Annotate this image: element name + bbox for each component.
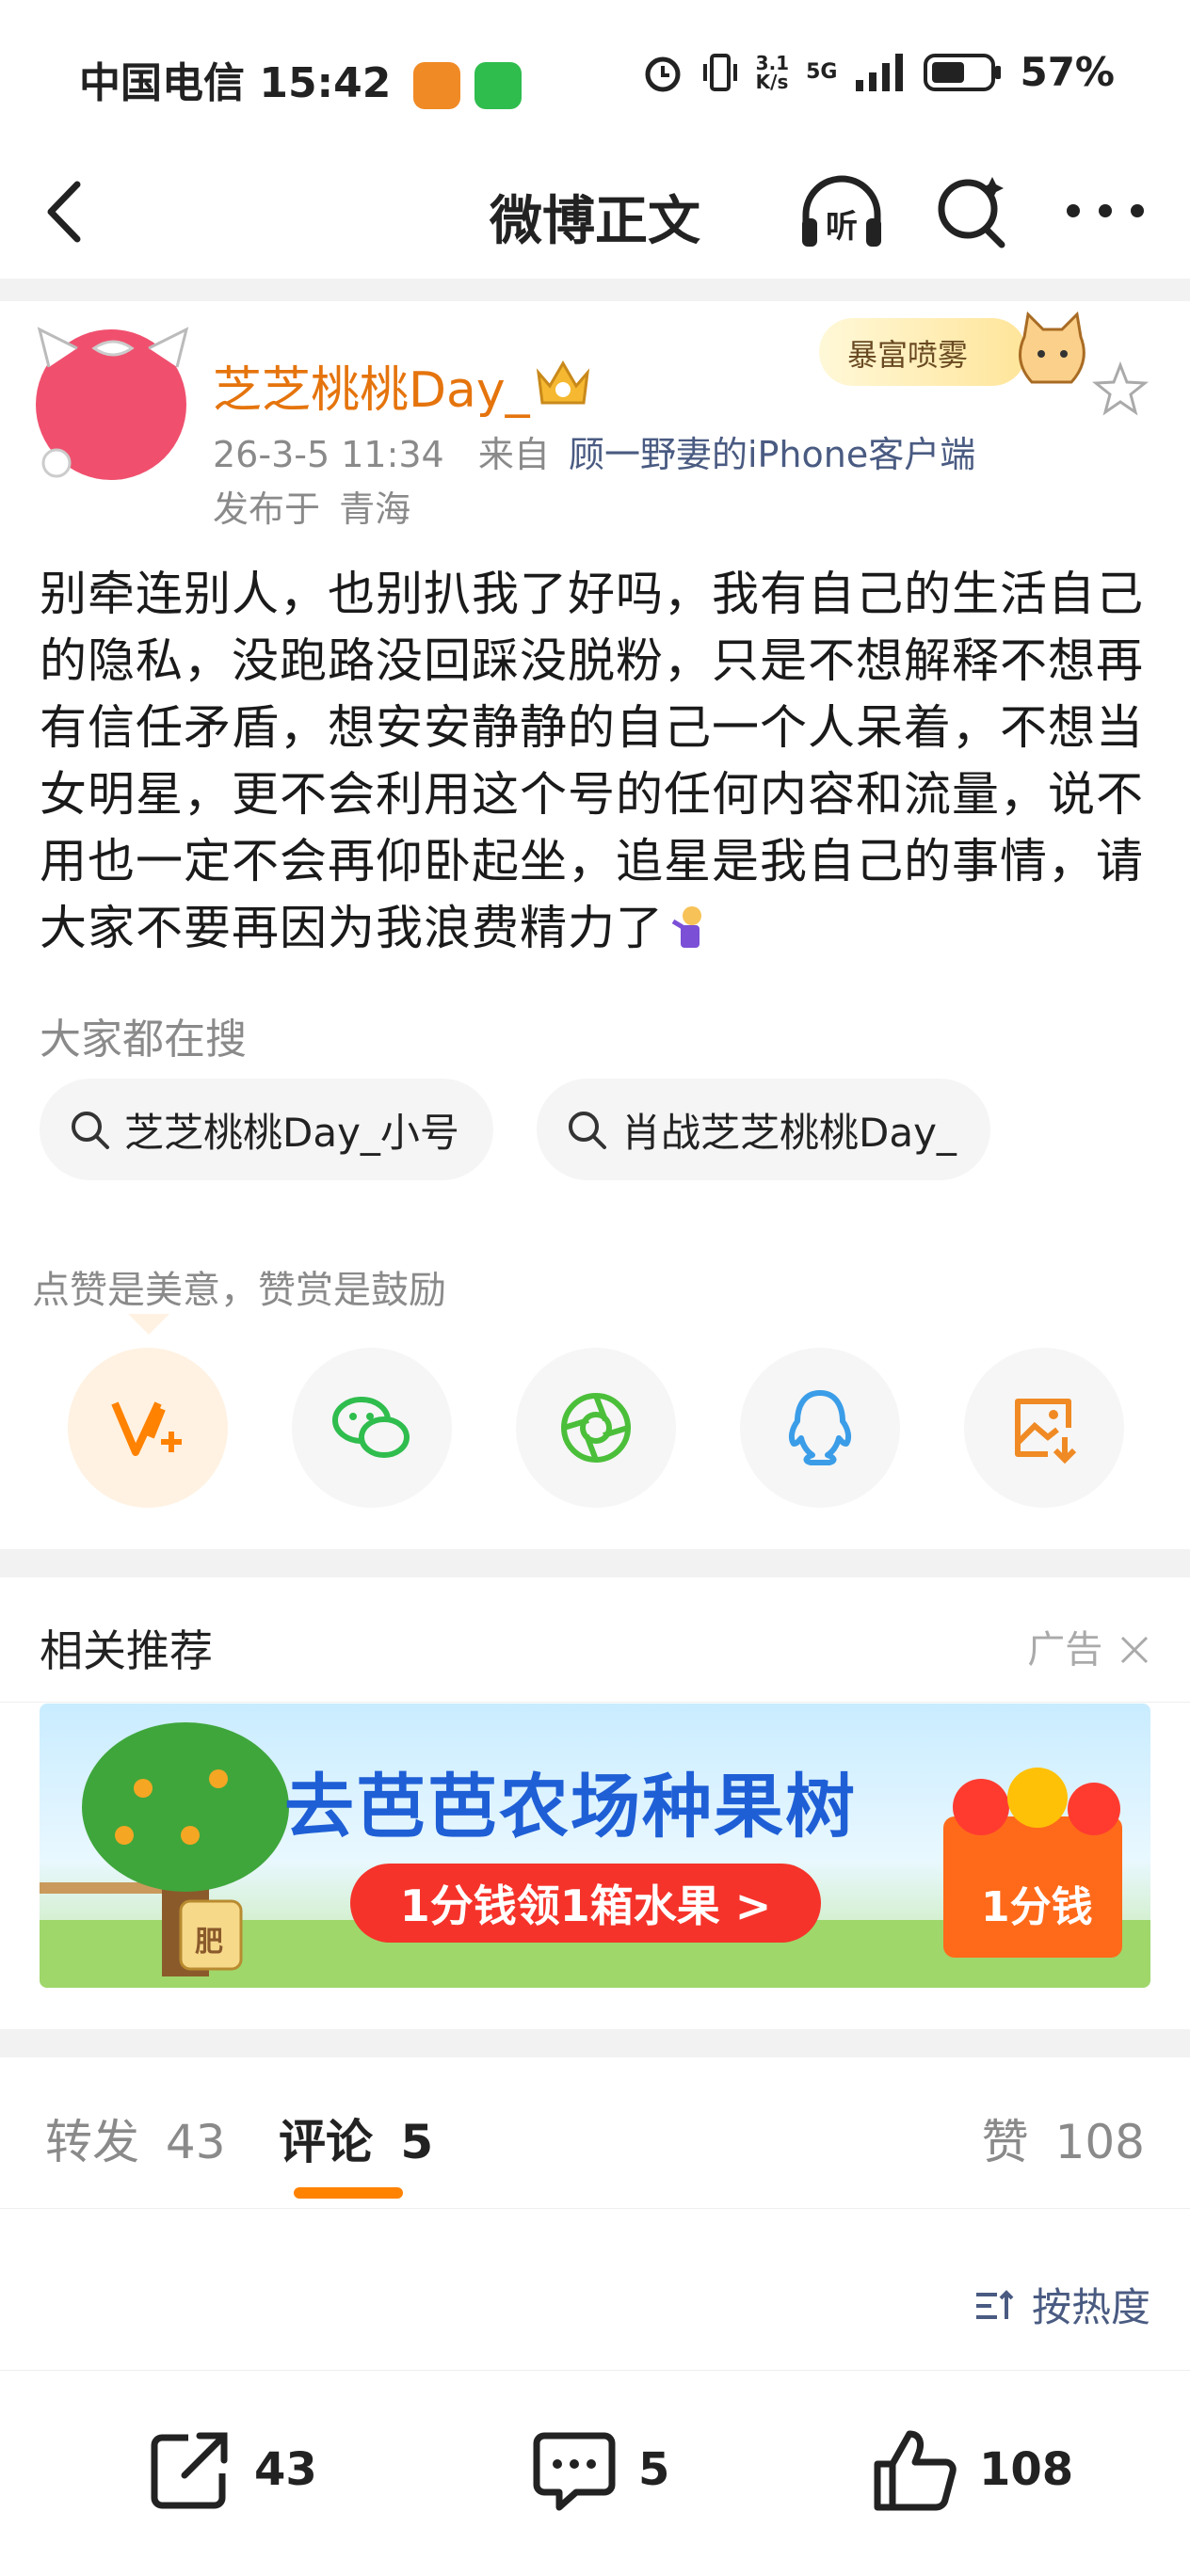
status-bar: 中国电信 15:42 3.1 K/s 5G 57% xyxy=(0,0,1190,141)
nav-divider xyxy=(0,279,1190,301)
share-moments-button[interactable] xyxy=(516,1348,676,1508)
hot-search-chip-label: 芝芝桃桃Day_小号 xyxy=(124,1109,459,1156)
banner-badge: 1分钱 xyxy=(981,1883,1093,1931)
net-speed-value: 3.1 xyxy=(755,51,790,74)
save-image-button[interactable] xyxy=(964,1348,1124,1508)
thumbs-up-icon xyxy=(874,2430,957,2511)
wechat-icon xyxy=(332,1397,410,1458)
hot-search-chip[interactable]: 肖战芝芝桃桃Day_ xyxy=(537,1079,990,1180)
alarm-icon xyxy=(645,56,681,91)
share-qq-button[interactable] xyxy=(740,1348,900,1508)
wechat-notification-icon xyxy=(474,62,523,109)
ad-tag[interactable]: 广告 xyxy=(1027,1619,1150,1673)
clock-text: 15:42 xyxy=(259,59,392,107)
search-icon[interactable] xyxy=(932,171,1011,250)
comment-icon xyxy=(533,2432,616,2511)
avatar-frame-icon xyxy=(37,327,189,478)
banner-fertilizer-label: 肥 xyxy=(195,1926,223,1959)
follow-star-icon[interactable] xyxy=(1092,361,1149,418)
author-name[interactable]: 芝芝桃桃Day_ xyxy=(213,350,530,421)
moments-icon xyxy=(561,1393,631,1463)
post-text: 别牵连别人，也别扒我了好吗，我有自己的生活自己的隐私，没跑路没回踩没脱粉，只是不… xyxy=(40,567,1144,955)
net-speed-unit: K/s xyxy=(755,70,789,93)
app-notification-icon xyxy=(412,62,460,109)
hot-search-label: 大家都在搜 xyxy=(40,1016,247,1064)
tab-comment-label: 评论 xyxy=(279,2115,373,2169)
status-carrier-time: 中国电信 15:42 xyxy=(79,49,523,109)
cat-sticker-icon xyxy=(1019,311,1085,384)
decoration-text: 暴富喷雾 xyxy=(847,337,969,373)
tab-comment-count: 5 xyxy=(400,2115,434,2169)
signal-icon xyxy=(856,53,904,91)
more-dots-icon[interactable] xyxy=(1060,198,1150,224)
repost-button[interactable]: 43 xyxy=(147,2426,317,2513)
from-label: 来自 xyxy=(477,434,550,475)
location-value: 青海 xyxy=(339,488,411,530)
sort-button[interactable]: 按热度 xyxy=(973,2276,1150,2333)
vip-crown-icon[interactable] xyxy=(533,354,593,410)
net-speed: 3.1 K/s xyxy=(756,54,789,91)
location-label: 发布于 xyxy=(213,488,321,530)
network-type: 5G xyxy=(806,60,838,84)
tab-repost-label: 转发 xyxy=(45,2115,139,2169)
author-name-text[interactable]: 芝芝桃桃Day_ xyxy=(213,362,530,419)
tab-comment[interactable]: 评论 5 xyxy=(279,2104,433,2172)
sort-icon xyxy=(975,2290,1014,2319)
reward-hint: 点赞是美意，赞赏是鼓励 xyxy=(32,1269,446,1312)
carrier-text: 中国电信 xyxy=(79,59,245,107)
qq-icon xyxy=(788,1390,852,1465)
emoji-icon xyxy=(671,906,701,948)
tab-repost-count: 43 xyxy=(165,2115,226,2169)
sort-label: 按热度 xyxy=(1031,2284,1150,2330)
listen-headphones-icon[interactable]: 听 xyxy=(796,169,887,254)
ad-divider xyxy=(0,1702,1190,1703)
related-title: 相关推荐 xyxy=(40,1625,213,1676)
active-tab-indicator xyxy=(294,2187,403,2199)
repost-icon xyxy=(151,2432,228,2509)
repost-count: 43 xyxy=(254,2443,317,2496)
tab-repost[interactable]: 转发 43 xyxy=(45,2104,226,2172)
banner-title: 去芭芭农场种果树 xyxy=(284,1767,857,1848)
search-icon xyxy=(72,1112,109,1149)
avatar-decoration-badge: 暴富喷雾 xyxy=(819,309,1102,397)
top-nav-bar: 微博正文 听 xyxy=(0,141,1190,278)
comment-button[interactable]: 5 xyxy=(531,2426,669,2513)
post-date: 26-3-5 11:34 xyxy=(213,434,444,475)
svg-text:听: 听 xyxy=(826,208,858,246)
save-image-icon xyxy=(1015,1399,1077,1464)
section-divider xyxy=(0,2029,1190,2057)
like-button[interactable]: 108 xyxy=(872,2426,1073,2513)
search-icon xyxy=(569,1112,606,1149)
close-icon[interactable] xyxy=(1118,1634,1150,1666)
comment-count: 5 xyxy=(638,2443,670,2496)
banner-cta-button[interactable]: 1分钱领1箱水果 > xyxy=(350,1864,821,1943)
hot-search-chip[interactable]: 芝芝桃桃Day_小号 xyxy=(40,1079,493,1180)
like-count: 108 xyxy=(979,2443,1074,2496)
tabs-divider xyxy=(0,2208,1190,2209)
ad-label: 广告 xyxy=(1027,1628,1103,1672)
battery-icon xyxy=(924,53,1002,91)
battery-percent: 57% xyxy=(1020,49,1115,95)
reward-v-icon xyxy=(111,1401,182,1456)
section-divider xyxy=(0,1549,1190,1577)
ad-banner[interactable]: 去芭芭农场种果树 1分钱领1箱水果 > 1分钱 肥 xyxy=(40,1704,1150,1988)
hot-search-chip-label: 肖战芝芝桃桃Day_ xyxy=(621,1109,957,1156)
post-meta: 26-3-5 11:34 来自 顾一野妻的iPhone客户端 xyxy=(213,425,975,477)
tab-like-count: 108 xyxy=(1054,2115,1145,2169)
vibrate-icon xyxy=(702,53,737,91)
hint-pointer-icon xyxy=(128,1314,169,1335)
page-title: 微博正文 xyxy=(490,191,700,252)
post-source-link[interactable]: 顾一野妻的iPhone客户端 xyxy=(569,434,975,475)
status-indicators: 3.1 K/s 5G 57% xyxy=(641,49,1115,95)
post-body[interactable]: 别牵连别人，也别扒我了好吗，我有自己的生活自己的隐私，没跑路没回踩没脱粉，只是不… xyxy=(40,561,1150,962)
tab-like-label: 赞 xyxy=(981,2115,1029,2169)
reward-button[interactable] xyxy=(68,1348,228,1508)
tab-like[interactable]: 赞 108 xyxy=(982,2104,1145,2172)
share-wechat-button[interactable] xyxy=(292,1348,452,1508)
post-location: 发布于 青海 xyxy=(213,480,410,532)
